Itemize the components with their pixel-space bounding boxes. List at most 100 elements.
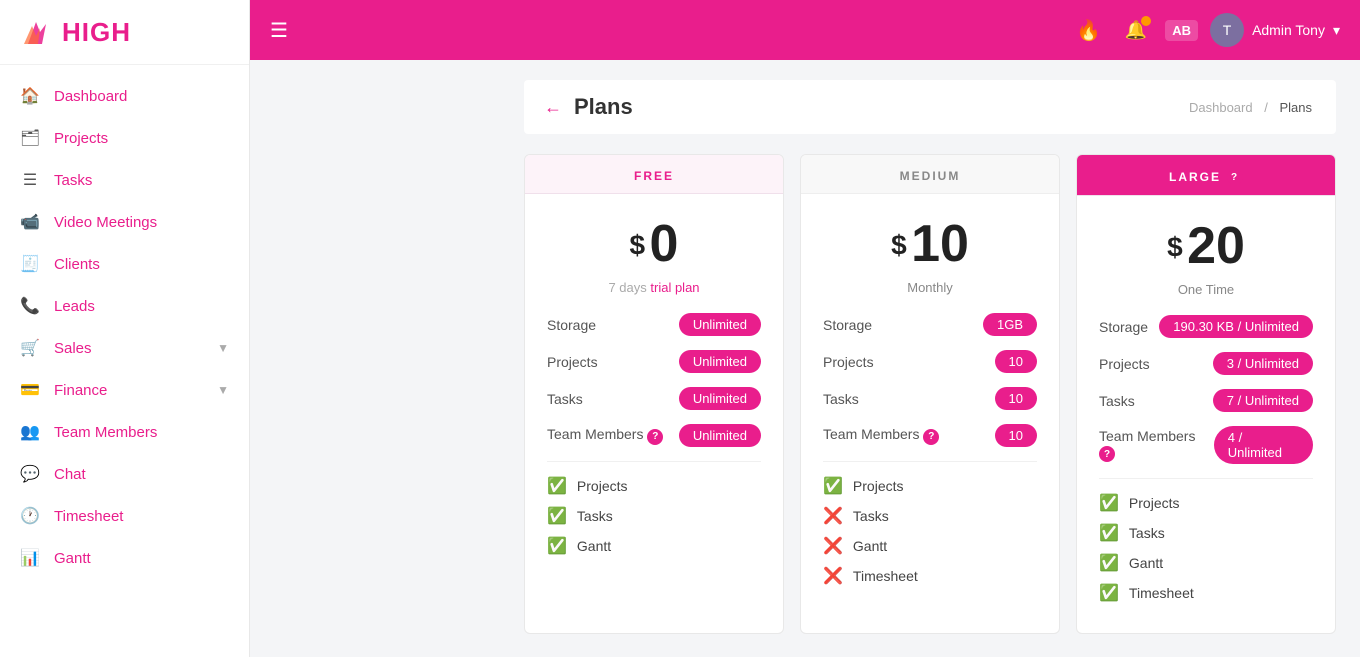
sidebar-item-timesheet[interactable]: 🕐 Timesheet [0, 495, 249, 537]
sidebar-item-finance[interactable]: 💳 Finance ▼ [0, 369, 249, 411]
check-icon: ✅ [1099, 523, 1119, 543]
sidebar-navigation: 🏠 Dashboard 🗂 Projects ☰ Tasks 📹 Video M… [0, 65, 249, 589]
plan-divider [1099, 478, 1313, 479]
sidebar-label-chat: Chat [54, 466, 86, 483]
check-icon: ✅ [1099, 583, 1119, 603]
page-header: ← Plans Dashboard / Plans [524, 80, 1336, 134]
finance-arrow-icon: ▼ [217, 383, 229, 397]
check-icon: ✅ [547, 536, 567, 556]
plan-card-medium: MEDIUM $ 10 Monthly Storage 1GB Projects [800, 154, 1060, 634]
feature-badge: Unlimited [679, 424, 761, 447]
feature-label: Storage [547, 317, 596, 333]
price-amount: 10 [911, 215, 969, 273]
topbar: ☰ 🔥 🔔 AB T Admin Tony ▾ [250, 0, 1360, 60]
plan-body-free: $ 0 7 days trial plan Storage Unlimited … [525, 194, 783, 586]
feature-item: ✅ Timesheet [1099, 583, 1313, 603]
sidebar-item-video-meetings[interactable]: 📹 Video Meetings [0, 201, 249, 243]
large-help-icon[interactable]: ? [1227, 169, 1243, 185]
feature-row-storage: Storage 190.30 KB / Unlimited [1099, 315, 1313, 338]
feature-label: Team Members ? [1099, 428, 1214, 463]
trial-link[interactable]: trial plan [650, 280, 699, 295]
dashboard-icon: 🏠 [20, 86, 40, 106]
sidebar-label-dashboard: Dashboard [54, 88, 127, 105]
chat-icon: 💬 [20, 464, 40, 484]
cross-icon: ❌ [823, 566, 843, 586]
feature-item: ❌ Timesheet [823, 566, 1037, 586]
feature-badge: 10 [995, 387, 1037, 410]
cross-icon: ❌ [823, 506, 843, 526]
feature-label: Projects [823, 354, 874, 370]
team members-help-icon[interactable]: ? [647, 429, 663, 445]
sidebar-label-team-members: Team Members [54, 424, 157, 441]
breadcrumb-home[interactable]: Dashboard [1189, 100, 1253, 115]
feature-item: ✅ Gantt [547, 536, 761, 556]
sidebar-item-chat[interactable]: 💬 Chat [0, 453, 249, 495]
plan-header-large: LARGE ? [1077, 155, 1335, 196]
currency-symbol: $ [1167, 232, 1183, 263]
sidebar-item-clients[interactable]: 🧾 Clients [0, 243, 249, 285]
ab-icon[interactable]: AB [1165, 20, 1198, 41]
video-meetings-icon: 📹 [20, 212, 40, 232]
hamburger-menu[interactable]: ☰ [270, 18, 288, 43]
feature-item-label: Tasks [577, 508, 613, 524]
logo-text: HIGH [62, 17, 131, 48]
feature-item-label: Timesheet [853, 568, 918, 584]
feature-item-label: Tasks [853, 508, 889, 524]
user-menu[interactable]: T Admin Tony ▾ [1210, 13, 1340, 47]
plans-grid: FREE $ 0 7 days trial plan Storage Unlim… [524, 154, 1336, 634]
feature-row-team-members: Team Members ? 4 / Unlimited [1099, 426, 1313, 464]
sidebar-logo: HIGH [0, 0, 249, 65]
feature-row-storage: Storage 1GB [823, 313, 1037, 336]
feature-label: Projects [547, 354, 598, 370]
currency-symbol: $ [630, 230, 646, 261]
plan-card-free: FREE $ 0 7 days trial plan Storage Unlim… [524, 154, 784, 634]
timesheet-icon: 🕐 [20, 506, 40, 526]
sidebar-label-video-meetings: Video Meetings [54, 214, 157, 231]
plan-divider [547, 461, 761, 462]
plan-body-medium: $ 10 Monthly Storage 1GB Projects 10 [801, 194, 1059, 616]
finance-icon: 💳 [20, 380, 40, 400]
feature-item-label: Projects [577, 478, 628, 494]
sidebar-item-sales[interactable]: 🛒 Sales ▼ [0, 327, 249, 369]
plan-price-medium: $ 10 [823, 214, 1037, 274]
tasks-icon: ☰ [20, 170, 40, 190]
feature-label: Team Members ? [547, 426, 663, 445]
feature-label: Tasks [823, 391, 859, 407]
sidebar-label-projects: Projects [54, 130, 108, 147]
feature-item-label: Projects [1129, 495, 1180, 511]
sidebar-item-projects[interactable]: 🗂 Projects [0, 117, 249, 159]
sales-icon: 🛒 [20, 338, 40, 358]
feature-item-label: Gantt [853, 538, 887, 554]
feature-row-projects: Projects 3 / Unlimited [1099, 352, 1313, 375]
plan-divider [823, 461, 1037, 462]
sidebar-item-team-members[interactable]: 👥 Team Members [0, 411, 249, 453]
feature-item: ✅ Projects [547, 476, 761, 496]
breadcrumb: Dashboard / Plans [1185, 100, 1316, 115]
cross-icon: ❌ [823, 536, 843, 556]
feature-row-storage: Storage Unlimited [547, 313, 761, 336]
feature-label: Projects [1099, 356, 1150, 372]
sidebar-item-leads[interactable]: 📞 Leads [0, 285, 249, 327]
sales-arrow-icon: ▼ [217, 341, 229, 355]
check-icon: ✅ [547, 476, 567, 496]
notification-fire-icon[interactable]: 🔥 [1076, 18, 1101, 43]
sidebar-item-dashboard[interactable]: 🏠 Dashboard [0, 75, 249, 117]
feature-item: ✅ Gantt [1099, 553, 1313, 573]
breadcrumb-current: Plans [1279, 100, 1312, 115]
avatar: T [1210, 13, 1244, 47]
team members-help-icon[interactable]: ? [923, 429, 939, 445]
plan-trial-free: 7 days trial plan [547, 280, 761, 295]
plan-body-large: $ 20 One Time Storage 190.30 KB / Unlimi… [1077, 196, 1335, 633]
sidebar-item-gantt[interactable]: 📊 Gantt [0, 537, 249, 579]
sidebar-label-gantt: Gantt [54, 550, 91, 567]
sidebar-item-tasks[interactable]: ☰ Tasks [0, 159, 249, 201]
plan-header-medium: MEDIUM [801, 155, 1059, 194]
team members-help-icon[interactable]: ? [1099, 446, 1115, 462]
feature-row-projects: Projects 10 [823, 350, 1037, 373]
feature-item: ✅ Projects [1099, 493, 1313, 513]
feature-label: Tasks [547, 391, 583, 407]
feature-item-label: Timesheet [1129, 585, 1194, 601]
back-button[interactable]: ← [544, 97, 562, 118]
bell-icon[interactable]: 🔔 [1125, 20, 1147, 41]
check-icon: ✅ [547, 506, 567, 526]
